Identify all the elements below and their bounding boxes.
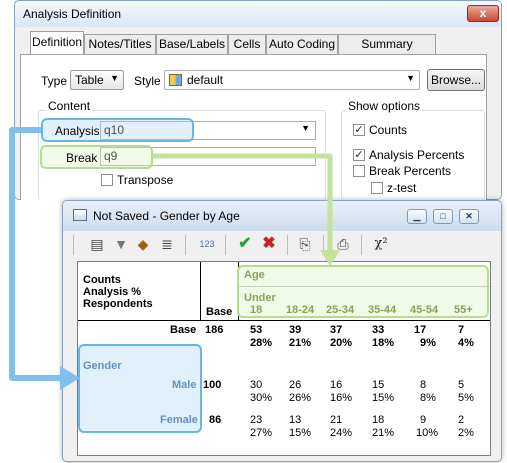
connector-arrows xyxy=(9,127,340,390)
green-arrow-head xyxy=(320,250,340,266)
blue-arrow-head xyxy=(60,366,80,390)
green-arrow-line xyxy=(153,153,333,252)
blue-arrow-line xyxy=(9,127,62,381)
